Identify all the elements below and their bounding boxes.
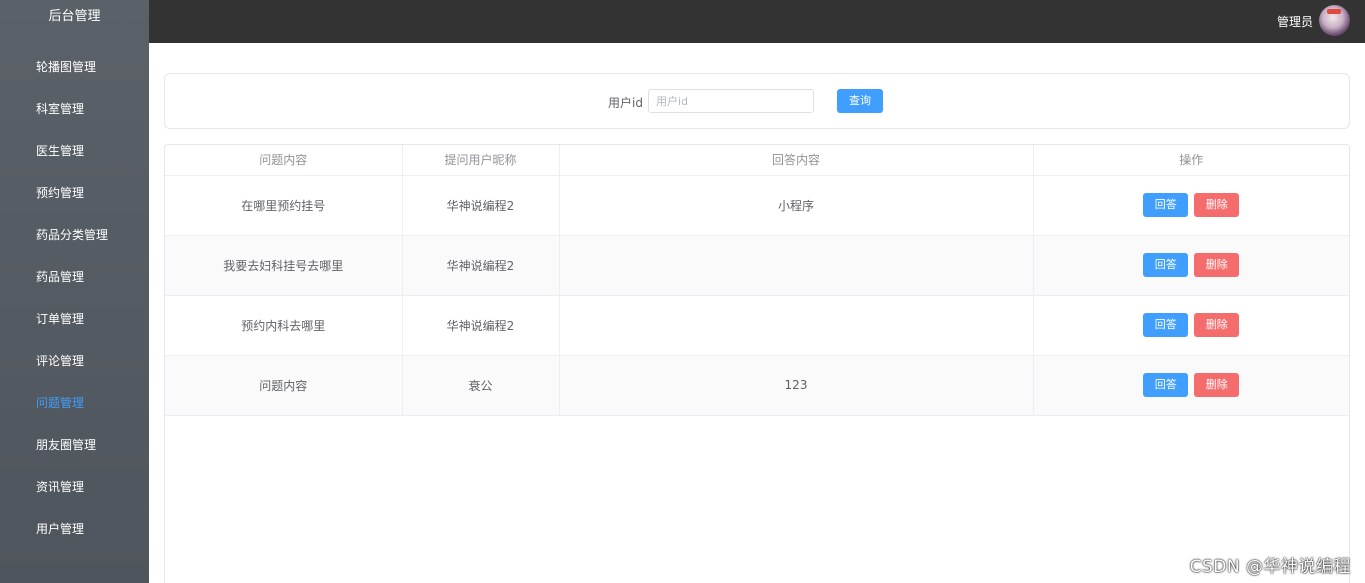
sidebar-item-news[interactable]: 资讯管理 xyxy=(0,466,149,508)
user-id-label: 用户id xyxy=(608,96,643,110)
sidebar-menu: 轮播图管理 科室管理 医生管理 预约管理 药品分类管理 药品管理 订单管理 评论… xyxy=(0,46,149,550)
answer-cell xyxy=(559,235,1034,296)
actions-cell: 回答 删除 xyxy=(1033,355,1349,416)
table-row: 在哪里预约挂号 华神说编程2 小程序 回答 删除 xyxy=(165,175,1349,236)
sidebar-item-questions[interactable]: 问题管理 xyxy=(0,382,149,424)
nickname-cell: 华神说编程2 xyxy=(402,175,560,236)
column-header-answer: 回答内容 xyxy=(559,145,1034,176)
answer-cell xyxy=(559,295,1034,356)
sidebar-item-comments[interactable]: 评论管理 xyxy=(0,340,149,382)
answer-button[interactable]: 回答 xyxy=(1143,193,1189,217)
answer-button[interactable]: 回答 xyxy=(1143,373,1189,397)
table-row: 我要去妇科挂号去哪里 华神说编程2 回答 删除 xyxy=(165,235,1349,296)
user-id-input[interactable] xyxy=(648,89,814,113)
column-header-nickname: 提问用户昵称 xyxy=(402,145,560,176)
search-button[interactable]: 查询 xyxy=(837,89,883,113)
sidebar-item-doctors[interactable]: 医生管理 xyxy=(0,130,149,172)
question-cell: 我要去妇科挂号去哪里 xyxy=(165,235,403,296)
delete-button[interactable]: 删除 xyxy=(1194,193,1240,217)
question-cell: 预约内科去哪里 xyxy=(165,295,403,356)
delete-button[interactable]: 删除 xyxy=(1194,313,1240,337)
question-cell: 在哪里预约挂号 xyxy=(165,175,403,236)
sidebar-item-carousel[interactable]: 轮播图管理 xyxy=(0,46,149,88)
answer-cell: 123 xyxy=(559,355,1034,416)
sidebar-item-drugs[interactable]: 药品管理 xyxy=(0,256,149,298)
sidebar-item-moments[interactable]: 朋友圈管理 xyxy=(0,424,149,466)
nickname-cell: 衰公 xyxy=(402,355,560,416)
table-header-row: 问题内容 提问用户昵称 回答内容 操作 xyxy=(165,145,1349,176)
top-bar: 管理员 xyxy=(149,0,1365,43)
column-header-actions: 操作 xyxy=(1033,145,1349,176)
question-cell: 问题内容 xyxy=(165,355,403,416)
sidebar-item-users[interactable]: 用户管理 xyxy=(0,508,149,550)
questions-table: 问题内容 提问用户昵称 回答内容 操作 在哪里预约挂号 华神说编程2 小程序 回… xyxy=(164,144,1350,583)
actions-cell: 回答 删除 xyxy=(1033,175,1349,236)
answer-cell: 小程序 xyxy=(559,175,1034,236)
sidebar-item-drug-categories[interactable]: 药品分类管理 xyxy=(0,214,149,256)
answer-button[interactable]: 回答 xyxy=(1143,313,1189,337)
table-row: 预约内科去哪里 华神说编程2 回答 删除 xyxy=(165,295,1349,356)
table-row: 问题内容 衰公 123 回答 删除 xyxy=(165,355,1349,416)
column-header-question: 问题内容 xyxy=(165,145,403,176)
nickname-cell: 华神说编程2 xyxy=(402,235,560,296)
sidebar: 后台管理 轮播图管理 科室管理 医生管理 预约管理 药品分类管理 药品管理 订单… xyxy=(0,0,149,583)
avatar[interactable] xyxy=(1319,5,1350,36)
sidebar-item-orders[interactable]: 订单管理 xyxy=(0,298,149,340)
sidebar-item-departments[interactable]: 科室管理 xyxy=(0,88,149,130)
sidebar-item-appointments[interactable]: 预约管理 xyxy=(0,172,149,214)
nickname-cell: 华神说编程2 xyxy=(402,295,560,356)
answer-button[interactable]: 回答 xyxy=(1143,253,1189,277)
actions-cell: 回答 删除 xyxy=(1033,295,1349,356)
sidebar-title: 后台管理 xyxy=(48,9,101,24)
delete-button[interactable]: 删除 xyxy=(1194,253,1240,277)
actions-cell: 回答 删除 xyxy=(1033,235,1349,296)
admin-name[interactable]: 管理员 xyxy=(1277,13,1313,30)
search-panel: 用户id 查询 xyxy=(164,73,1350,129)
watermark: CSDN @华神说编程 xyxy=(1189,557,1351,577)
delete-button[interactable]: 删除 xyxy=(1194,373,1240,397)
